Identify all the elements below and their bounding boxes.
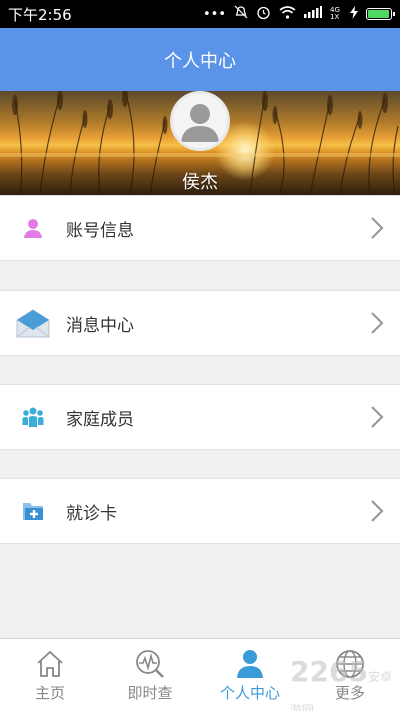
medical-folder-icon [16,494,50,528]
person-icon [237,649,263,678]
mute-icon [234,5,248,23]
person-icon [16,211,50,245]
menu-label: 就诊卡 [66,503,117,524]
dots-icon: ••• [202,6,226,22]
title-bar: 个人中心 [0,28,400,91]
tab-label: 个人中心 [219,683,280,702]
menu-label: 消息中心 [66,315,134,336]
network-type: 4G 1X [330,6,340,21]
chevron-right-icon [371,500,384,522]
battery-level [368,10,389,18]
group-icon [16,400,50,434]
envelope-icon [16,306,50,340]
signal-icon [304,6,322,22]
menu-label: 账号信息 [66,220,134,241]
status-bar: 下午2:56 ••• 4G 1X [0,0,400,28]
watermark-number: 2265 [290,655,368,688]
username: 侯杰 [182,172,218,193]
avatar[interactable] [170,91,230,151]
status-icons: ••• 4G 1X [202,5,395,24]
tab-instant-query[interactable]: 即时查 [100,639,200,711]
tab-label: 主页 [34,683,65,702]
search-chart-icon [136,649,164,678]
menu-item-medical-card[interactable]: 就诊卡 [0,478,400,544]
default-avatar-icon [173,94,227,148]
tab-home[interactable]: 主页 [0,639,100,711]
chevron-right-icon [371,312,384,334]
alarm-icon [256,5,271,24]
page-title: 个人中心 [164,50,236,72]
home-icon [37,650,63,677]
status-time: 下午2:56 [8,5,72,24]
menu-item-account-info[interactable]: 账号信息 [0,195,400,261]
menu-label: 家庭成员 [66,409,134,430]
charging-icon [350,5,358,23]
wifi-icon [279,5,296,23]
battery-icon [366,8,395,20]
chevron-right-icon [371,217,384,239]
chevron-right-icon [371,406,384,428]
watermark: 2265安卓游网 [290,655,400,711]
menu-item-family-members[interactable]: 家庭成员 [0,384,400,450]
tab-label: 即时查 [127,683,173,702]
menu-item-message-center[interactable]: 消息中心 [0,290,400,356]
tab-personal-center[interactable]: 个人中心 [200,639,300,711]
